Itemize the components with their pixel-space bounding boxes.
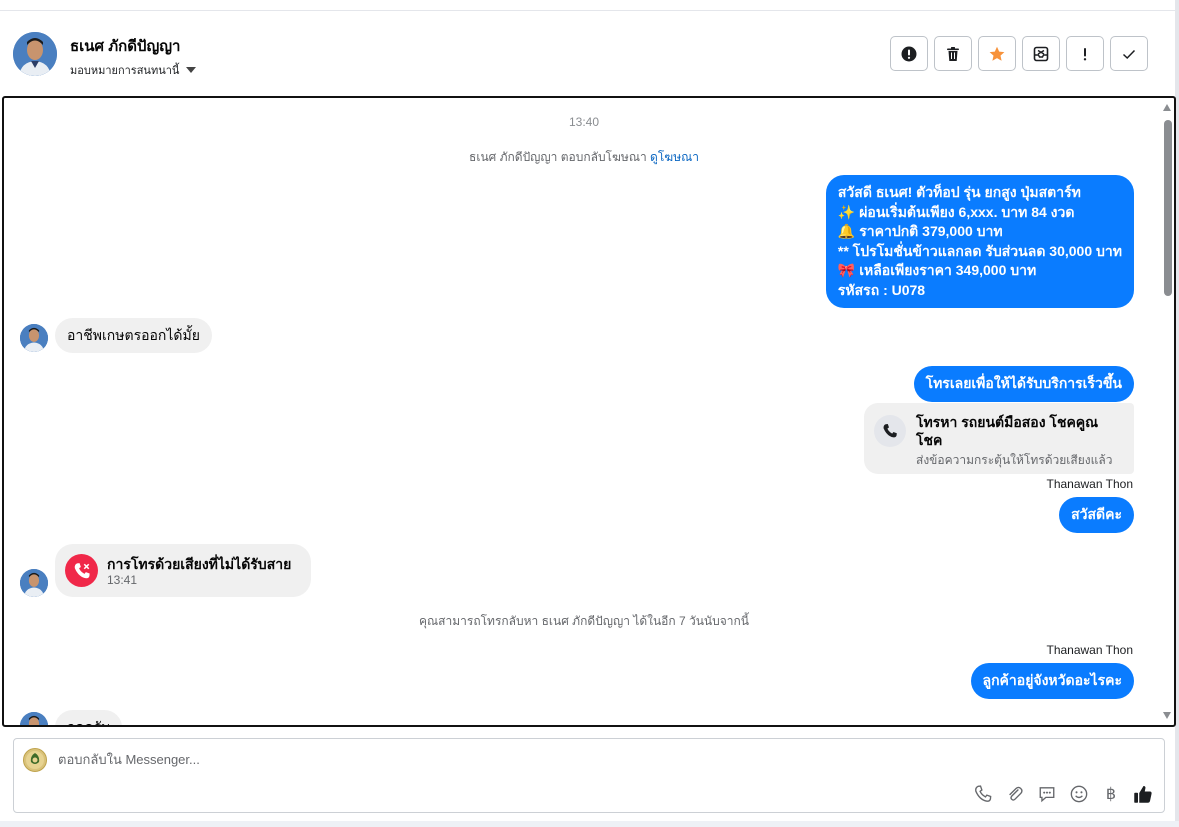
scroll-thumb[interactable] (1164, 120, 1172, 296)
call-request-card[interactable]: โทรหา รถยนต์มือสอง โชคคูณ โชค ส่งข้อความ… (864, 403, 1134, 474)
assign-label: มอบหมายการสนทนานี้ (70, 65, 180, 77)
ad-line: 🎀 เหลือเพียงราคา 349,000 บาท (837, 262, 1037, 278)
chevron-down-icon (186, 67, 197, 73)
delete-button[interactable] (934, 36, 972, 71)
ad-line: รหัสรถ : U078 (837, 281, 926, 298)
phone-icon (874, 415, 906, 447)
reply-input[interactable] (58, 752, 958, 767)
alert-circle-icon (901, 46, 917, 61)
conversation-scrollbar[interactable] (1160, 98, 1174, 725)
page-avatar (23, 748, 47, 772)
conversation-toolbar (890, 36, 1148, 71)
outgoing-message: สวัสดีคะ (1059, 497, 1134, 533)
ad-reply-text: ธเนศ ภักดีปัญญา ตอบกลับโฆษณา (469, 150, 647, 164)
sender-name: Thanawan Thon (1046, 477, 1133, 491)
missed-call-time: 13:41 (107, 573, 138, 587)
messenger-inbox-page: ธเนศ ภักดีปัญญา มอบหมายการสนทนานี้ 13:40… (0, 0, 1179, 827)
contact-avatar-small (20, 569, 48, 597)
follow-up-button[interactable] (1066, 36, 1104, 71)
phone-icon[interactable] (972, 783, 994, 805)
mark-spam-button[interactable] (890, 36, 928, 71)
outgoing-message: ลูกค้าอยู่จังหวัดอะไรคะ (970, 663, 1134, 699)
missed-call-icon (65, 554, 98, 587)
ad-reply-notice: ธเนศ ภักดีปัญญา ตอบกลับโฆษณา ดูโฆษณา (4, 148, 1164, 167)
assign-conversation-dropdown[interactable]: มอบหมายการสนทนานี้ (70, 61, 197, 79)
view-ad-link[interactable]: ดูโฆษณา (650, 150, 699, 164)
attachment-icon[interactable] (1004, 783, 1026, 805)
callback-notice: คุณสามารถโทรกลับหา ธเนศ ภักดีปัญญา ได้ใน… (419, 614, 749, 628)
ad-line: ✨ ผ่อนเริ่มต้นเพียง 6,xxx. บาท 84 งวด (837, 203, 1075, 220)
emoji-icon[interactable] (1068, 783, 1090, 805)
check-icon (1122, 49, 1136, 59)
incoming-message: อาชีพเกษตรออกได้มั้ย (55, 318, 212, 353)
scroll-down-arrow-icon[interactable] (1163, 712, 1171, 719)
missed-call-message[interactable]: การโทรด้วยเสียงที่ไม่ได้รับสาย 13:41 (55, 544, 311, 597)
outgoing-ad-message: สวัสดี ธเนศ! ตัวท็อป รุ่น ยกสูง ปุ่มสตาร… (825, 175, 1134, 308)
sender-name: Thanawan Thon (1046, 643, 1133, 657)
message-timestamp: 13:40 (568, 115, 600, 129)
exclamation-icon (1083, 47, 1087, 60)
conversation-header: ธเนศ ภักดีปัญญา มอบหมายการสนทนานี้ (0, 11, 1175, 95)
outgoing-message: โทรเลยเพื่อให้ได้รับบริการเร็วขึ้น (913, 366, 1134, 402)
scroll-up-arrow-icon[interactable] (1163, 104, 1171, 111)
call-card-subtitle: ส่งข้อความกระตุ้นให้โทรด้วยเสียงแล้ว (916, 453, 1113, 467)
incoming-message: จดครับ (55, 710, 123, 725)
contact-name: ธเนศ ภักดีปัญญา (70, 38, 181, 55)
contact-avatar[interactable] (13, 32, 57, 76)
like-icon[interactable] (1132, 783, 1154, 805)
archive-button[interactable] (1022, 36, 1060, 71)
saved-replies-icon[interactable] (1036, 783, 1058, 805)
conversation-thread[interactable]: 13:40 ธเนศ ภักดีปัญญา ตอบกลับโฆษณา ดูโฆษ… (2, 96, 1176, 727)
star-icon (989, 46, 1005, 61)
mark-done-button[interactable] (1110, 36, 1148, 71)
ad-line: ** โปรโมชั่นข้าวแลกลด รับส่วนลด 30,000 บ… (837, 242, 1122, 259)
baht-symbol: ฿ (1105, 786, 1117, 803)
bottom-strip (0, 821, 1179, 827)
call-card-title: โทรหา รถยนต์มือสอง โชคคูณ โชค (916, 414, 1099, 448)
baht-icon[interactable]: ฿ (1100, 783, 1122, 805)
archive-icon (1033, 46, 1049, 61)
composer-toolbar: ฿ (972, 783, 1154, 805)
ad-line: 🔔 ราคาปกติ 379,000 บาท (837, 223, 1003, 239)
star-button[interactable] (978, 36, 1016, 71)
reply-composer: ฿ (13, 738, 1165, 813)
contact-avatar-small (20, 712, 48, 725)
ad-line: สวัสดี ธเนศ! ตัวท็อป รุ่น ยกสูง ปุ่มสตาร… (837, 184, 1081, 200)
trash-icon (947, 46, 959, 61)
contact-avatar-small (20, 324, 48, 352)
